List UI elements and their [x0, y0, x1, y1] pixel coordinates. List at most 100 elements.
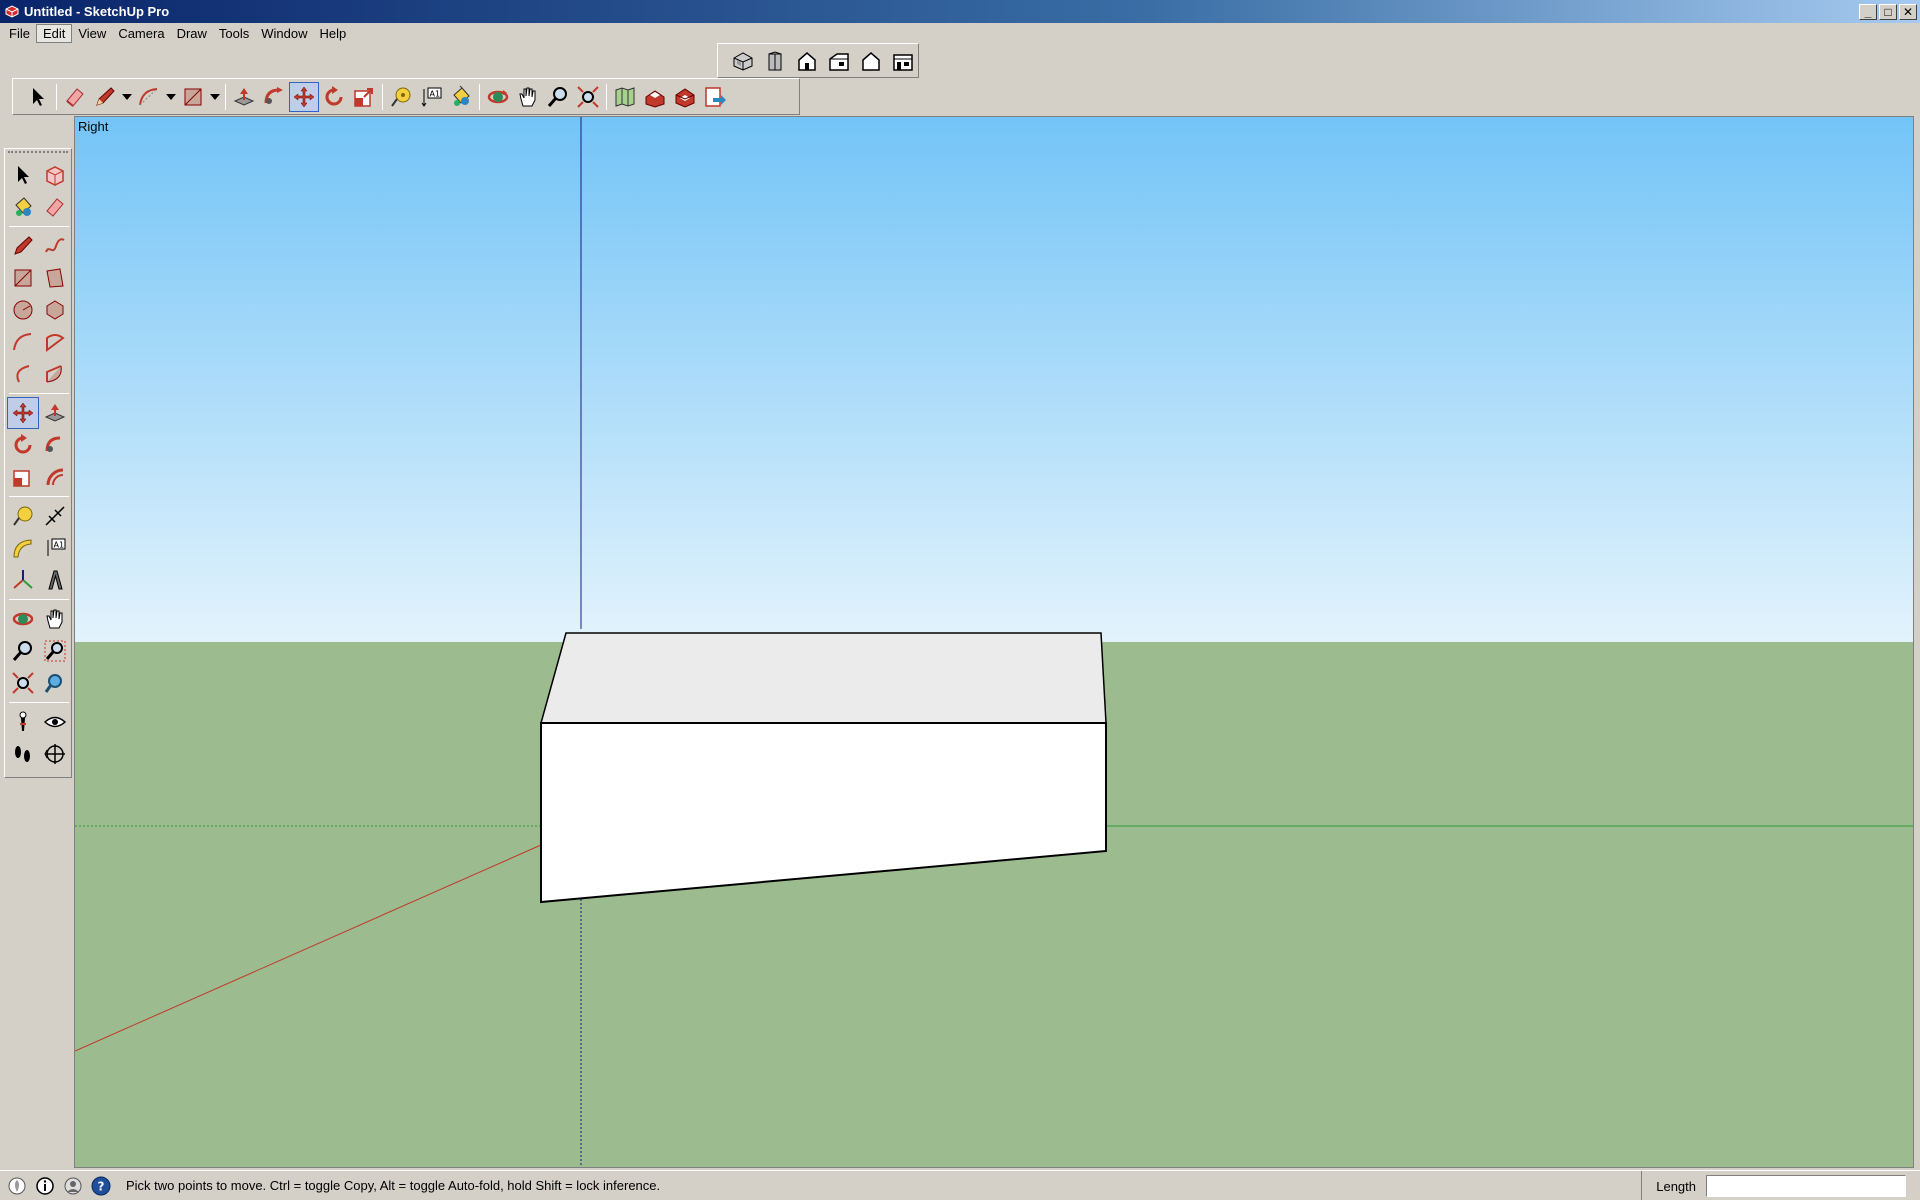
pencil-dropdown[interactable] [120, 82, 134, 112]
position-camera-tool-button[interactable] [7, 706, 39, 738]
section-plane-tool-button[interactable] [39, 738, 71, 770]
move-tool-button[interactable] [289, 81, 319, 112]
left-view-button[interactable] [889, 46, 918, 76]
make-component-button[interactable] [39, 159, 71, 191]
scene-canvas[interactable] [75, 117, 1914, 1168]
menu-file[interactable]: File [3, 25, 36, 42]
front-view-button[interactable] [792, 46, 821, 76]
text-icon: A1 [421, 87, 442, 107]
freehand-tool-button[interactable] [39, 230, 71, 262]
3d-text-tool-button[interactable] [39, 564, 71, 596]
arc-tool-button[interactable] [7, 326, 39, 358]
menu-camera[interactable]: Camera [112, 25, 170, 42]
tape-measure-tool-button[interactable] [7, 500, 39, 532]
push-pull-tool-button[interactable] [229, 82, 259, 112]
tape-measure-tool-button[interactable] [386, 82, 416, 112]
box-top-face[interactable] [540, 632, 1107, 724]
three-point-arc-tool-button[interactable] [39, 358, 71, 390]
scale-tool-button[interactable] [7, 461, 39, 493]
menu-view[interactable]: View [72, 25, 112, 42]
rectangle-tool-button[interactable] [7, 262, 39, 294]
line-tool-button[interactable] [7, 230, 39, 262]
eraser-tool-button[interactable] [60, 82, 90, 112]
eraser-tool-button[interactable] [39, 191, 71, 223]
arc-icon [13, 333, 32, 351]
protractor-tool-button[interactable] [7, 532, 39, 564]
offset-icon [46, 468, 64, 486]
paint-bucket-tool-button[interactable] [446, 82, 476, 112]
geo-location-button[interactable] [6, 1175, 28, 1197]
two-point-arc-tool-button[interactable] [7, 358, 39, 390]
close-button[interactable]: ✕ [1899, 3, 1917, 20]
circle-tool-button[interactable] [7, 294, 39, 326]
pan-tool-button[interactable] [39, 603, 71, 635]
menu-tools[interactable]: Tools [213, 25, 255, 42]
paint-bucket-tool-button[interactable] [7, 191, 39, 223]
add-location-button[interactable] [610, 82, 640, 112]
iso-view-button[interactable] [728, 46, 757, 76]
select-tool-button[interactable] [7, 159, 39, 191]
offset-tool-button[interactable] [39, 461, 71, 493]
axes-tool-button[interactable] [7, 564, 39, 596]
pencil-tool-button[interactable] [90, 82, 120, 112]
rotate-icon [14, 434, 32, 454]
text-tool-button[interactable]: A1 [39, 532, 71, 564]
right-view-button[interactable] [825, 46, 854, 76]
rotated-rectangle-tool-button[interactable] [39, 262, 71, 294]
push-pull-tool-button[interactable] [39, 397, 71, 429]
text-tool-button[interactable]: A1 [416, 82, 446, 112]
credits-button[interactable] [34, 1175, 56, 1197]
minimize-button[interactable]: _ [1859, 3, 1877, 20]
follow-me-tool-button[interactable] [259, 82, 289, 112]
help-button[interactable]: ? [90, 1175, 112, 1197]
previous-view-icon [44, 674, 62, 693]
maximize-button[interactable]: □ [1879, 3, 1897, 20]
menu-window[interactable]: Window [255, 25, 313, 42]
select-tool-button[interactable] [23, 82, 53, 112]
rectangle-tool-button[interactable] [178, 82, 208, 112]
move-tool-button[interactable] [7, 397, 39, 429]
extension-warehouse-button[interactable] [670, 82, 700, 112]
rectangle-dropdown[interactable] [208, 82, 222, 112]
walk-tool-button[interactable] [7, 738, 39, 770]
follow-me-tool-button[interactable] [39, 429, 71, 461]
account-button[interactable] [62, 1175, 84, 1197]
user-icon [64, 1177, 82, 1194]
menu-help[interactable]: Help [314, 25, 353, 42]
send-to-layout-button[interactable] [700, 82, 730, 112]
pan-tool-button[interactable] [513, 82, 543, 112]
zoom-window-tool-button[interactable] [39, 635, 71, 667]
model-viewport[interactable]: Right [74, 116, 1914, 1168]
warehouse-icon [645, 89, 665, 108]
zoom-tool-button[interactable] [543, 82, 573, 112]
zoom-tool-button[interactable] [7, 635, 39, 667]
top-view-button[interactable] [760, 46, 789, 76]
measurements-input[interactable] [1706, 1175, 1906, 1197]
3d-warehouse-button[interactable] [640, 82, 670, 112]
toolbar-grip[interactable] [8, 151, 68, 157]
arc-tool-button[interactable] [134, 82, 164, 112]
zoom-extents-tool-button[interactable] [7, 667, 39, 699]
menu-edit[interactable]: Edit [35, 23, 73, 43]
pie-tool-button[interactable] [39, 326, 71, 358]
rotate-tool-button[interactable] [319, 82, 349, 112]
back-view-button[interactable] [857, 46, 886, 76]
pan-icon [519, 87, 536, 106]
zoom-extents-tool-button[interactable] [573, 82, 603, 112]
sky [75, 117, 1913, 642]
make-component-icon [46, 166, 64, 186]
previous-view-button[interactable] [39, 667, 71, 699]
orbit-tool-button[interactable] [483, 82, 513, 112]
orbit-tool-button[interactable] [7, 603, 39, 635]
scale-tool-button[interactable] [349, 82, 379, 112]
dimension-tool-button[interactable] [39, 500, 71, 532]
zoom-extents-icon [12, 672, 34, 694]
polygon-tool-button[interactable] [39, 294, 71, 326]
look-around-tool-button[interactable] [39, 706, 71, 738]
arc-dropdown[interactable] [164, 82, 178, 112]
title-bar[interactable]: Untitled - SketchUp Pro _ □ ✕ [0, 0, 1920, 23]
menu-draw[interactable]: Draw [171, 25, 213, 42]
toolbar-separator [9, 226, 69, 227]
toolbar-separator [9, 393, 69, 394]
rotate-tool-button[interactable] [7, 429, 39, 461]
